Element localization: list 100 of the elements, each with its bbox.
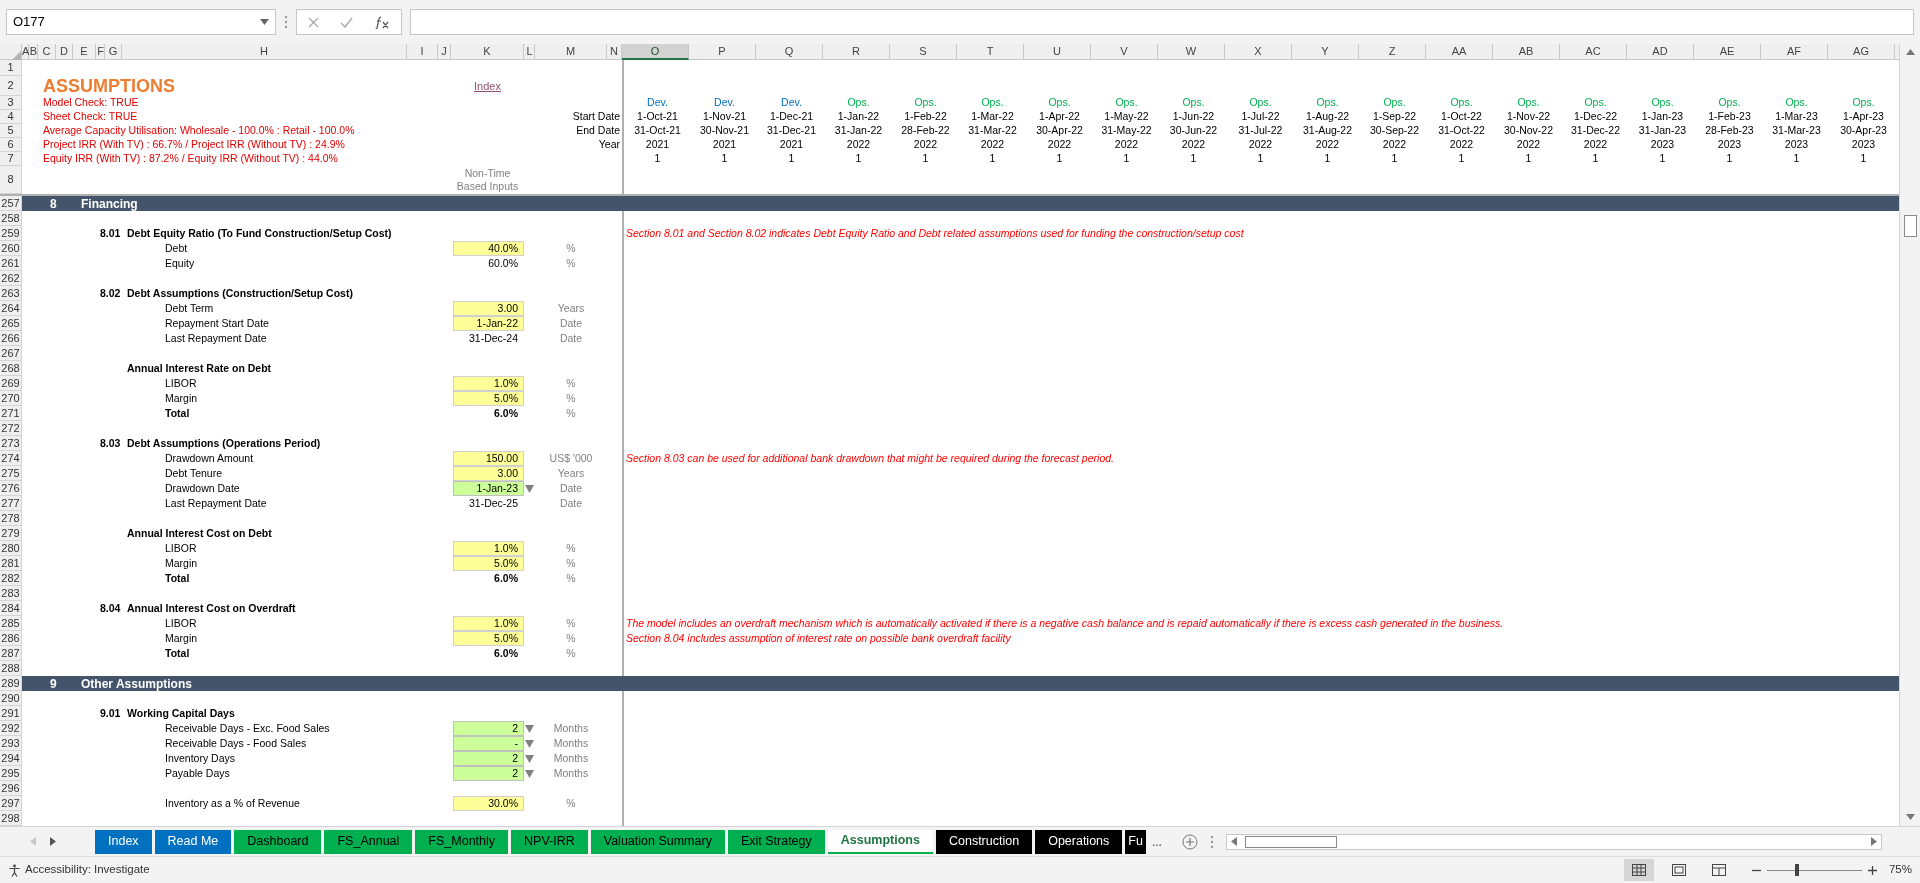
row-header[interactable]: 3: [0, 96, 22, 110]
sheet-tab[interactable]: Construction: [935, 829, 1033, 854]
column-header[interactable]: Q: [756, 44, 823, 60]
row-header[interactable]: 277: [0, 496, 22, 511]
more-sheets-button[interactable]: ...: [1151, 832, 1162, 851]
row-header[interactable]: 4: [0, 110, 22, 124]
row-header[interactable]: 266: [0, 331, 22, 346]
column-header[interactable]: M: [535, 44, 607, 60]
scroll-thumb[interactable]: [1244, 835, 1337, 848]
horizontal-scrollbar[interactable]: [1225, 833, 1882, 850]
column-header[interactable]: O: [622, 44, 689, 60]
insert-function-icon[interactable]: [374, 15, 391, 29]
row-header[interactable]: 270: [0, 391, 22, 406]
column-header[interactable]: T: [957, 44, 1024, 60]
row-header[interactable]: 289: [0, 676, 22, 691]
input-cell[interactable]: 3.00: [453, 301, 524, 316]
column-header[interactable]: R: [823, 44, 890, 60]
row-header[interactable]: 262: [0, 271, 22, 286]
column-header[interactable]: B: [29, 44, 38, 60]
row-header[interactable]: 258: [0, 211, 22, 226]
sheet-tab[interactable]: FS_Annual: [324, 829, 413, 854]
row-header[interactable]: 290: [0, 691, 22, 706]
sheet-tab[interactable]: FS_Monthly: [415, 829, 509, 854]
row-header[interactable]: 282: [0, 571, 22, 586]
column-header[interactable]: U: [1024, 44, 1091, 60]
column-header[interactable]: K: [451, 44, 524, 60]
row-header[interactable]: 283: [0, 586, 22, 601]
row-header[interactable]: 267: [0, 346, 22, 361]
row-header[interactable]: 285: [0, 616, 22, 631]
input-cell[interactable]: 1.0%: [453, 616, 524, 631]
splitter-handle-icon[interactable]: [284, 15, 288, 29]
row-header[interactable]: 293: [0, 736, 22, 751]
row-header[interactable]: 295: [0, 766, 22, 781]
row-header[interactable]: 284: [0, 601, 22, 616]
zoom-slider-thumb[interactable]: [1795, 864, 1800, 876]
sheet-tab[interactable]: Dashboard: [234, 829, 322, 854]
row-header[interactable]: 5: [0, 124, 22, 138]
row-header[interactable]: 260: [0, 241, 22, 256]
row-header[interactable]: 2: [0, 76, 22, 96]
input-cell[interactable]: 2: [453, 721, 524, 736]
row-header[interactable]: 288: [0, 661, 22, 676]
column-header[interactable]: AA: [1426, 44, 1493, 60]
column-header[interactable]: E: [73, 44, 96, 60]
column-header[interactable]: Y: [1292, 44, 1359, 60]
row-header[interactable]: 275: [0, 466, 22, 481]
dropdown-caret-icon[interactable]: [260, 19, 269, 25]
row-header[interactable]: 1: [0, 60, 22, 76]
column-header[interactable]: V: [1091, 44, 1158, 60]
input-cell[interactable]: 40.0%: [453, 241, 524, 256]
column-header[interactable]: AF: [1761, 44, 1828, 60]
accessibility-icon[interactable]: [8, 863, 21, 877]
row-header[interactable]: 263: [0, 286, 22, 301]
row-header[interactable]: 272: [0, 421, 22, 436]
row-header[interactable]: 274: [0, 451, 22, 466]
column-header[interactable]: AG: [1828, 44, 1895, 60]
sheet-tab[interactable]: Valuation Summary: [590, 829, 725, 854]
next-sheet-icon[interactable]: [50, 837, 56, 846]
column-header[interactable]: H: [122, 44, 407, 60]
input-cell[interactable]: 5.0%: [453, 631, 524, 646]
row-header[interactable]: 257: [0, 196, 22, 211]
row-header[interactable]: 6: [0, 138, 22, 152]
column-header[interactable]: A: [22, 44, 29, 60]
row-header[interactable]: 296: [0, 781, 22, 796]
formula-input-field[interactable]: [410, 9, 1914, 35]
splitter-handle-icon[interactable]: [1209, 834, 1214, 849]
zoom-level[interactable]: 75%: [1888, 861, 1912, 879]
input-cell[interactable]: 3.00: [453, 466, 524, 481]
vertical-scrollbar[interactable]: [1899, 44, 1920, 826]
row-header[interactable]: 292: [0, 721, 22, 736]
input-cell[interactable]: 1-Jan-22: [453, 316, 524, 331]
scroll-left-icon[interactable]: [1230, 837, 1237, 846]
row-header[interactable]: 281: [0, 556, 22, 571]
input-cell[interactable]: 5.0%: [453, 391, 524, 406]
row-header[interactable]: 8: [0, 166, 22, 194]
row-header[interactable]: 268: [0, 361, 22, 376]
sheet-tab[interactable]: Read Me: [154, 829, 232, 854]
input-cell[interactable]: 150.00: [453, 451, 524, 466]
input-cell[interactable]: 5.0%: [453, 556, 524, 571]
normal-view-button[interactable]: [1623, 859, 1654, 881]
row-header[interactable]: 287: [0, 646, 22, 661]
row-header[interactable]: 271: [0, 406, 22, 421]
row-header[interactable]: 269: [0, 376, 22, 391]
column-header[interactable]: AE: [1694, 44, 1761, 60]
row-header[interactable]: 7: [0, 152, 22, 166]
row-header[interactable]: 273: [0, 436, 22, 451]
input-cell[interactable]: 2: [453, 751, 524, 766]
cancel-icon[interactable]: [307, 16, 319, 28]
row-header[interactable]: 276: [0, 481, 22, 496]
input-cell[interactable]: 1.0%: [453, 376, 524, 391]
sheet-tab[interactable]: NPV-IRR: [511, 829, 588, 854]
row-header[interactable]: 294: [0, 751, 22, 766]
sheet-tab[interactable]: Operations: [1035, 829, 1123, 854]
row-header[interactable]: 280: [0, 541, 22, 556]
input-cell[interactable]: 30.0%: [453, 796, 524, 811]
column-header[interactable]: I: [407, 44, 438, 60]
column-header[interactable]: AC: [1560, 44, 1627, 60]
column-header[interactable]: AD: [1627, 44, 1694, 60]
column-header[interactable]: J: [438, 44, 451, 60]
row-header[interactable]: 265: [0, 316, 22, 331]
input-cell[interactable]: -: [453, 736, 524, 751]
